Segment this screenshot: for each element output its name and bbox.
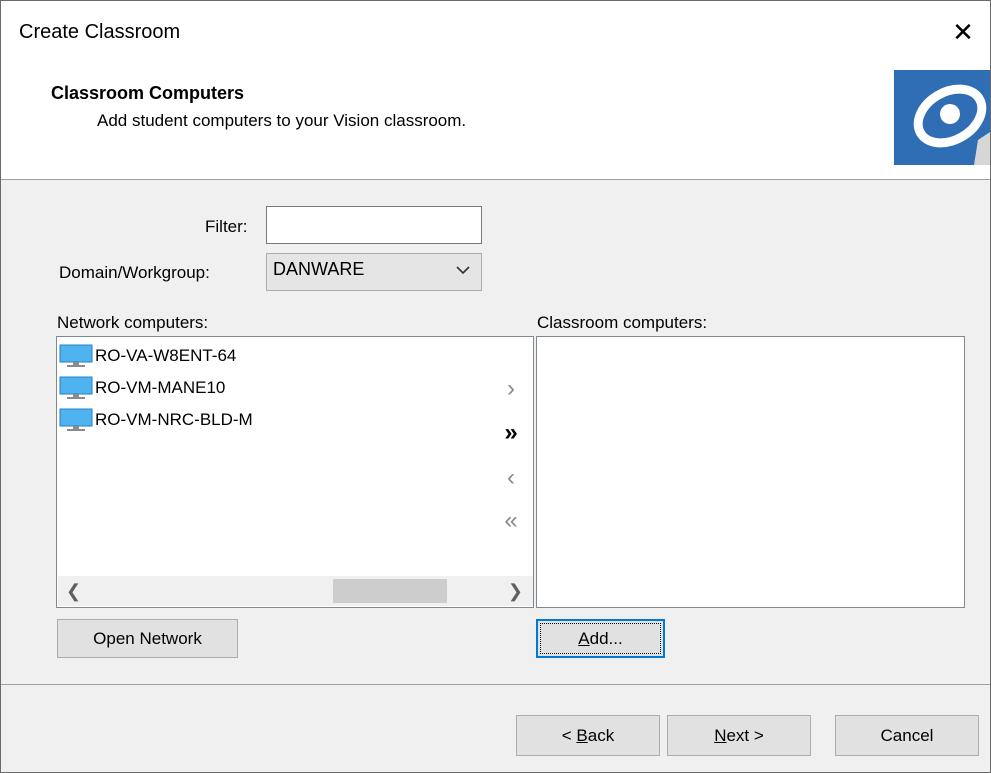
computer-icon bbox=[59, 376, 93, 399]
remove-selected-button[interactable]: ‹ bbox=[499, 466, 523, 490]
focus-rectangle bbox=[540, 623, 661, 654]
wizard-header: Classroom Computers Add student computer… bbox=[1, 63, 990, 180]
chevron-down-icon bbox=[456, 266, 470, 275]
add-all-button[interactable]: » bbox=[499, 421, 523, 445]
window-title: Create Classroom bbox=[19, 21, 181, 43]
cancel-button[interactable]: Cancel bbox=[835, 715, 979, 756]
remove-all-button[interactable]: « bbox=[499, 509, 523, 533]
list-item[interactable]: RO-VM-MANE10 bbox=[59, 375, 225, 401]
domain-label: Domain/Workgroup: bbox=[59, 263, 210, 282]
page-title: Classroom Computers bbox=[51, 83, 245, 103]
computer-icon bbox=[59, 344, 93, 367]
back-label-rest: ack bbox=[587, 725, 615, 745]
add-selected-button[interactable]: › bbox=[499, 377, 523, 401]
scroll-left-icon[interactable]: ❮ bbox=[66, 581, 81, 602]
computer-name: RO-VM-NRC-BLD-M bbox=[95, 410, 253, 429]
domain-selected-value: DANWARE bbox=[273, 259, 365, 279]
open-network-button[interactable]: Open Network bbox=[57, 619, 238, 658]
add-button[interactable]: Add... bbox=[536, 619, 665, 658]
next-label-rest: ext > bbox=[726, 725, 764, 745]
back-button[interactable]: < Back bbox=[516, 715, 660, 756]
list-item[interactable]: RO-VM-NRC-BLD-M bbox=[59, 407, 253, 433]
page-subtitle: Add student computers to your Vision cla… bbox=[97, 111, 467, 130]
next-mnemonic: N bbox=[714, 725, 727, 745]
computer-name: RO-VM-MANE10 bbox=[95, 378, 226, 397]
footer-divider bbox=[1, 684, 990, 685]
classroom-computers-label: Classroom computers: bbox=[537, 313, 708, 332]
create-classroom-dialog: Create Classroom ✕ Classroom Computers A… bbox=[0, 0, 991, 773]
vision-logo-icon bbox=[894, 70, 990, 165]
scrollbar-thumb[interactable] bbox=[333, 579, 447, 603]
back-label-prefix: < bbox=[561, 725, 577, 745]
filter-input[interactable] bbox=[266, 206, 482, 244]
network-computers-label: Network computers: bbox=[57, 313, 209, 332]
filter-label: Filter: bbox=[205, 217, 248, 236]
horizontal-scrollbar[interactable]: ❮ ❯ bbox=[58, 576, 533, 606]
network-computers-list[interactable]: RO-VA-W8ENT-64 RO-VM-MANE10 RO-VM-NRC-BL… bbox=[56, 336, 534, 608]
domain-select[interactable]: DANWARE bbox=[266, 253, 482, 291]
computer-icon bbox=[59, 408, 93, 431]
classroom-computers-list[interactable] bbox=[536, 336, 965, 608]
computer-name: RO-VA-W8ENT-64 bbox=[95, 346, 237, 365]
next-button[interactable]: Next > bbox=[667, 715, 811, 756]
title-bar: Create Classroom ✕ bbox=[1, 1, 990, 63]
list-item[interactable]: RO-VA-W8ENT-64 bbox=[59, 343, 236, 369]
close-icon[interactable]: ✕ bbox=[946, 15, 980, 49]
back-mnemonic: B bbox=[576, 725, 588, 745]
scroll-right-icon[interactable]: ❯ bbox=[508, 581, 523, 602]
